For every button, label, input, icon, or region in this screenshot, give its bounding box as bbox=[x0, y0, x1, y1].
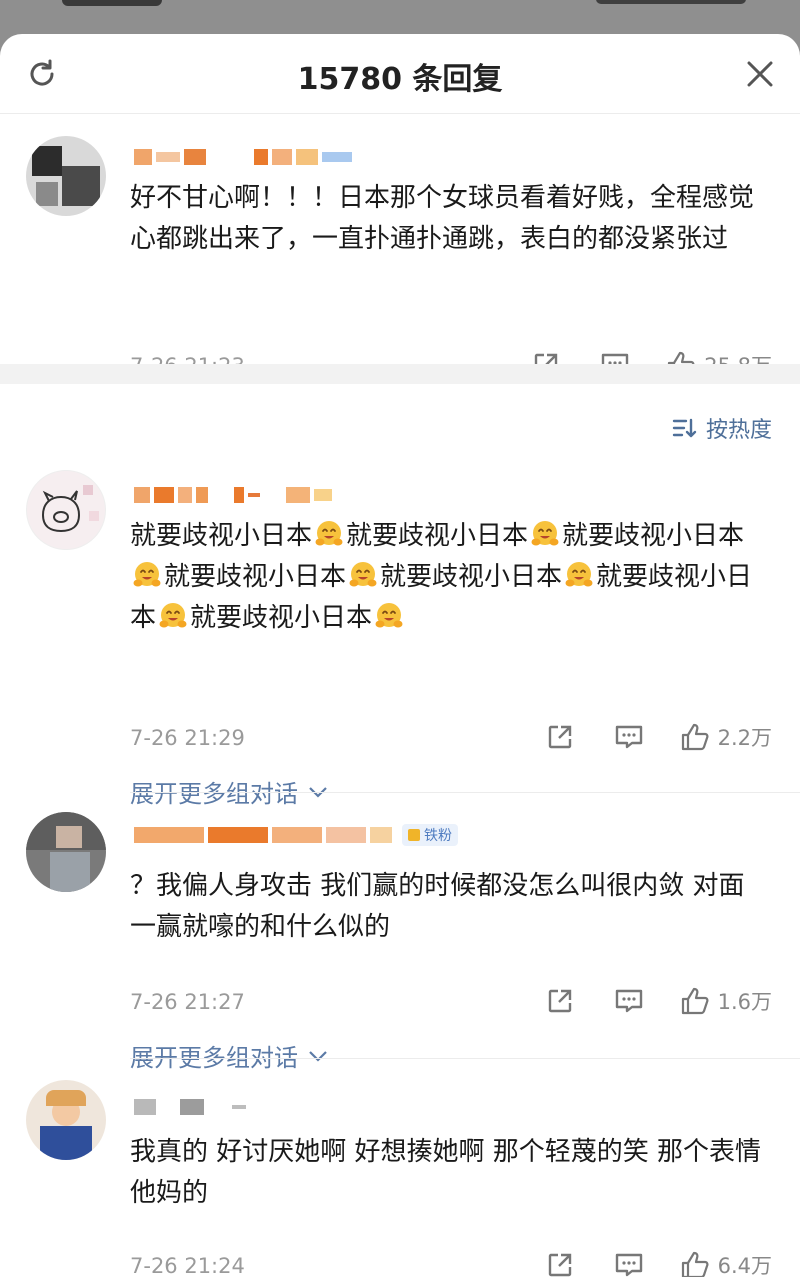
comment-text-segment: 就要歧视小日本 bbox=[164, 562, 347, 592]
comment-text-segment: 就要歧视小日本 bbox=[346, 521, 529, 551]
status-time bbox=[62, 0, 162, 6]
status-bar bbox=[0, 0, 800, 34]
close-icon[interactable] bbox=[746, 60, 774, 88]
like-icon bbox=[681, 723, 709, 751]
reply-item: 就要歧视小日本 就要歧视小日本 就要歧视小日本就要歧视小日本 就要歧视小日本 就要歧视小… bbox=[0, 464, 800, 808]
username-obscured[interactable] bbox=[134, 484, 332, 506]
comment-text: 就要歧视小日本 就要歧视小日本 就要歧视小日本就要歧视小日本 就要歧视小日本 就要歧视小… bbox=[130, 516, 766, 639]
replies-sheet: 15780 条回复 好不甘心啊！！！日本那个女球员看着好贱，全程感觉心都跳出来了… bbox=[0, 34, 800, 1277]
avatar[interactable] bbox=[26, 812, 106, 892]
smile-emoji-icon bbox=[374, 601, 404, 631]
comment-actions: 1.6万 bbox=[546, 986, 772, 1016]
sort-toggle[interactable]: 按热度 bbox=[672, 412, 772, 444]
reply-item: 铁粉 ？我偏人身攻击 我们赢的时候都没怎么叫很内敛 对面一赢就嚎的和什么似的 7… bbox=[0, 794, 800, 1072]
like-icon bbox=[681, 987, 709, 1015]
comment-icon[interactable] bbox=[614, 1251, 644, 1277]
smile-emoji-icon bbox=[530, 519, 560, 549]
comment-text-segment: 就要歧视小日本 bbox=[562, 521, 745, 551]
comment-time: 7-26 21:24 bbox=[130, 1254, 245, 1277]
avatar[interactable] bbox=[26, 1080, 106, 1160]
status-icons bbox=[596, 0, 746, 4]
comment-actions: 6.4万 bbox=[546, 1250, 772, 1277]
username-obscured[interactable] bbox=[134, 1096, 246, 1118]
share-icon[interactable] bbox=[546, 723, 574, 751]
smile-emoji-icon bbox=[348, 560, 378, 590]
comment-icon[interactable] bbox=[614, 723, 644, 751]
fan-badge: 铁粉 bbox=[402, 824, 458, 846]
smile-emoji-icon bbox=[158, 601, 188, 631]
like-count: 6.4万 bbox=[717, 1254, 772, 1277]
sheet-header: 15780 条回复 bbox=[0, 34, 800, 114]
avatar[interactable] bbox=[26, 136, 106, 216]
like-icon bbox=[681, 1251, 709, 1277]
comment-time: 7-26 21:29 bbox=[130, 726, 245, 750]
like-button[interactable]: 2.2万 bbox=[680, 722, 772, 752]
like-button[interactable]: 1.6万 bbox=[680, 986, 772, 1016]
comment-text: 我真的 好讨厌她啊 好想揍她啊 那个轻蔑的笑 那个表情 他妈的 bbox=[130, 1137, 762, 1208]
fan-badge-label: 铁粉 bbox=[424, 828, 452, 844]
comment-time: 7-26 21:27 bbox=[130, 990, 245, 1014]
divider bbox=[130, 792, 800, 793]
comment-text: 好不甘心啊！！！日本那个女球员看着好贱，全程感觉心都跳出来了，一直扑通扑通跳，表… bbox=[130, 183, 755, 254]
smile-emoji-icon bbox=[132, 560, 162, 590]
username-obscured[interactable]: 铁粉 bbox=[134, 824, 458, 846]
page-title: 15780 条回复 bbox=[297, 62, 503, 97]
section-divider bbox=[0, 364, 800, 384]
like-button[interactable]: 6.4万 bbox=[680, 1250, 772, 1277]
like-count: 1.6万 bbox=[717, 990, 772, 1014]
comment-text-segment: 就要歧视小日本 bbox=[130, 521, 313, 551]
comment-actions: 2.2万 bbox=[546, 722, 772, 752]
username-obscured[interactable] bbox=[134, 146, 352, 168]
sort-label: 按热度 bbox=[705, 418, 772, 443]
root-comment: 好不甘心啊！！！日本那个女球员看着好贱，全程感觉心都跳出来了，一直扑通扑通跳，表… bbox=[0, 114, 800, 379]
like-count: 2.2万 bbox=[717, 726, 772, 750]
share-icon[interactable] bbox=[546, 987, 574, 1015]
divider bbox=[130, 1058, 800, 1059]
comment-icon[interactable] bbox=[614, 987, 644, 1015]
reply-item: 我真的 好讨厌她啊 好想揍她啊 那个轻蔑的笑 那个表情 他妈的 7-26 21:… bbox=[0, 1060, 800, 1277]
comment-text: ？我偏人身攻击 我们赢的时候都没怎么叫很内敛 对面一赢就嚎的和什么似的 bbox=[130, 871, 745, 942]
share-icon[interactable] bbox=[546, 1251, 574, 1277]
avatar[interactable] bbox=[26, 470, 106, 550]
comment-text-segment: 就要歧视小日本 bbox=[380, 562, 563, 592]
sort-icon bbox=[672, 418, 697, 438]
comment-text-segment: 就要歧视小日本 bbox=[190, 603, 373, 633]
smile-emoji-icon bbox=[564, 560, 594, 590]
smile-emoji-icon bbox=[314, 519, 344, 549]
